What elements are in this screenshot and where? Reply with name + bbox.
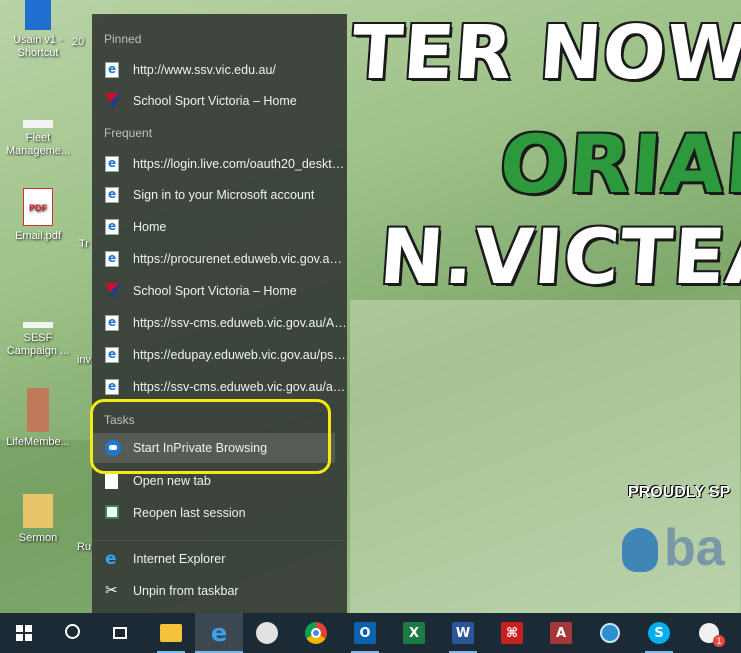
ie-page-icon (105, 347, 119, 363)
jumplist-item-label: https://procurenet.eduweb.vic.gov.au/... (133, 252, 347, 266)
annotation-highlight-ring (90, 399, 331, 474)
jumplist-item[interactable]: https://procurenet.eduweb.vic.gov.au/... (92, 244, 347, 274)
outlook-icon: O (354, 622, 376, 644)
task-view-icon (113, 627, 127, 639)
jumplist-item[interactable]: https://ssv-cms.eduweb.vic.gov.au/Ab... (92, 308, 347, 338)
new-tab-icon (105, 473, 118, 489)
internet-explorer-icon: e (105, 549, 117, 569)
excel-button[interactable]: X (390, 613, 438, 653)
jumplist-item-label: School Sport Victoria – Home (133, 94, 297, 108)
ie-page-icon (105, 251, 119, 267)
paint-button[interactable] (243, 613, 291, 653)
notification-badge: 1 (713, 635, 725, 647)
jumplist-item-label: https://login.live.com/oauth20_deskto... (133, 157, 347, 171)
search-button[interactable] (48, 613, 96, 653)
ssv-icon (105, 283, 121, 299)
jumplist-item[interactable]: https://edupay.eduweb.vic.gov.au/psp... (92, 340, 347, 370)
ie-jump-list: Pinned http://www.ssv.vic.edu.au/ School… (92, 14, 347, 613)
desktop-icon-usain[interactable]: Usain v1 - Shortcut (2, 0, 74, 60)
ie-page-icon (105, 219, 119, 235)
search-icon (64, 623, 80, 639)
jumplist-item[interactable]: https://login.live.com/oauth20_deskto... (92, 149, 347, 179)
skype-button[interactable]: S (635, 613, 683, 653)
app-icon (600, 623, 620, 643)
jumplist-item-label: Reopen last session (133, 506, 246, 520)
skype-icon: S (648, 622, 670, 644)
jumplist-item-label: http://www.ssv.vic.edu.au/ (133, 63, 276, 77)
jumplist-item-label: Sign in to your Microsoft account (133, 188, 315, 202)
wallpaper-brand-text: ba (664, 519, 725, 577)
desktop-icon-label: SESF (23, 332, 53, 344)
internet-explorer-icon: e (210, 619, 228, 647)
reopen-session-icon (105, 505, 119, 519)
file-explorer-icon (160, 624, 182, 642)
document-icon (23, 322, 53, 328)
shortcut-file-icon (25, 0, 51, 30)
frequent-header: Frequent (104, 126, 153, 140)
jumplist-item[interactable]: https://ssv-cms.eduweb.vic.gov.au/abo... (92, 372, 347, 402)
acrobat-button[interactable]: ⌘ (488, 613, 536, 653)
ie-page-icon (105, 379, 119, 395)
jumplist-item[interactable]: Sign in to your Microsoft account (92, 180, 347, 210)
word-icon: W (452, 622, 474, 644)
wallpaper-headline-3: N.VICTEA (376, 212, 741, 301)
outlook-button[interactable]: O (341, 613, 389, 653)
start-button[interactable] (0, 613, 48, 653)
pinned-header: Pinned (104, 32, 142, 46)
wallpaper-proudly-text: PROUDLY SP (628, 484, 731, 501)
internet-explorer-launch-button[interactable]: e Internet Explorer (92, 544, 347, 574)
jumplist-item-label: https://edupay.eduweb.vic.gov.au/psp... (133, 348, 347, 362)
app-button[interactable] (586, 613, 634, 653)
desktop-icon-fleet[interactable]: Fleet Manageme... (2, 120, 74, 158)
jumplist-item[interactable]: School Sport Victoria – Home (92, 276, 347, 306)
desktop-icon-sermon[interactable]: Sermon (2, 494, 74, 545)
jumplist-item-label: https://ssv-cms.eduweb.vic.gov.au/Ab... (133, 316, 347, 330)
file-explorer-button[interactable] (147, 613, 195, 653)
desktop-icon-lifemember[interactable]: LifeMembe... (2, 388, 74, 449)
wallpaper-headline-2: ORIAN (496, 118, 741, 211)
unpin-from-taskbar-button[interactable]: ✂ Unpin from taskbar (92, 576, 347, 606)
jumplist-item-label: Home (133, 220, 167, 234)
image-thumbnail-icon (27, 388, 49, 432)
ie-page-icon (105, 187, 119, 203)
jumplist-item[interactable]: School Sport Victoria – Home (92, 86, 347, 116)
desktop-icon-label: Manageme... (5, 145, 71, 157)
ie-page-icon (105, 62, 119, 78)
paint-icon (256, 622, 278, 644)
desktop-icon-label: Fleet (25, 132, 51, 144)
start-icon (16, 625, 32, 641)
jumplist-item-label: School Sport Victoria – Home (133, 284, 297, 298)
document-icon (23, 120, 53, 128)
task-view-button[interactable] (96, 613, 144, 653)
reopen-last-session-button[interactable]: Reopen last session (92, 498, 347, 528)
internet-explorer-taskbar-button[interactable]: e (195, 613, 243, 653)
jumplist-item[interactable]: Home (92, 212, 347, 242)
ie-page-icon (105, 315, 119, 331)
ssv-icon (105, 93, 121, 109)
jumplist-item[interactable]: http://www.ssv.vic.edu.au/ (92, 55, 347, 85)
excel-icon: X (403, 622, 425, 644)
word-button[interactable]: W (439, 613, 487, 653)
access-button[interactable]: A (537, 613, 585, 653)
chrome-icon (305, 622, 327, 644)
desktop-icon-label: LifeMembe... (6, 436, 70, 448)
unpin-icon: ✂ (105, 582, 118, 599)
jumplist-item-label: Internet Explorer (133, 552, 226, 566)
ie-page-icon (105, 156, 119, 172)
taskbar: e O X W ⌘ A S 1 (0, 613, 741, 653)
chrome-button[interactable] (292, 613, 340, 653)
desktop-icon-email-pdf[interactable]: PDF Email.pdf (2, 188, 74, 243)
jumplist-divider (92, 540, 347, 541)
pdf-file-icon: PDF (23, 188, 53, 226)
desktop-icon-sesf[interactable]: SESF Campaign ... (2, 322, 74, 358)
jumplist-item-label: https://ssv-cms.eduweb.vic.gov.au/abo... (133, 380, 347, 394)
jumplist-item-label: Unpin from taskbar (133, 584, 239, 598)
acrobat-icon: ⌘ (501, 622, 523, 644)
wallpaper-headline-1: TER NOW (348, 10, 741, 96)
folder-icon (23, 494, 53, 528)
jumplist-item-label: Open new tab (133, 474, 211, 488)
access-icon: A (550, 622, 572, 644)
wallpaper-owl-logo (622, 528, 658, 572)
notification-app-button[interactable]: 1 (685, 613, 733, 653)
